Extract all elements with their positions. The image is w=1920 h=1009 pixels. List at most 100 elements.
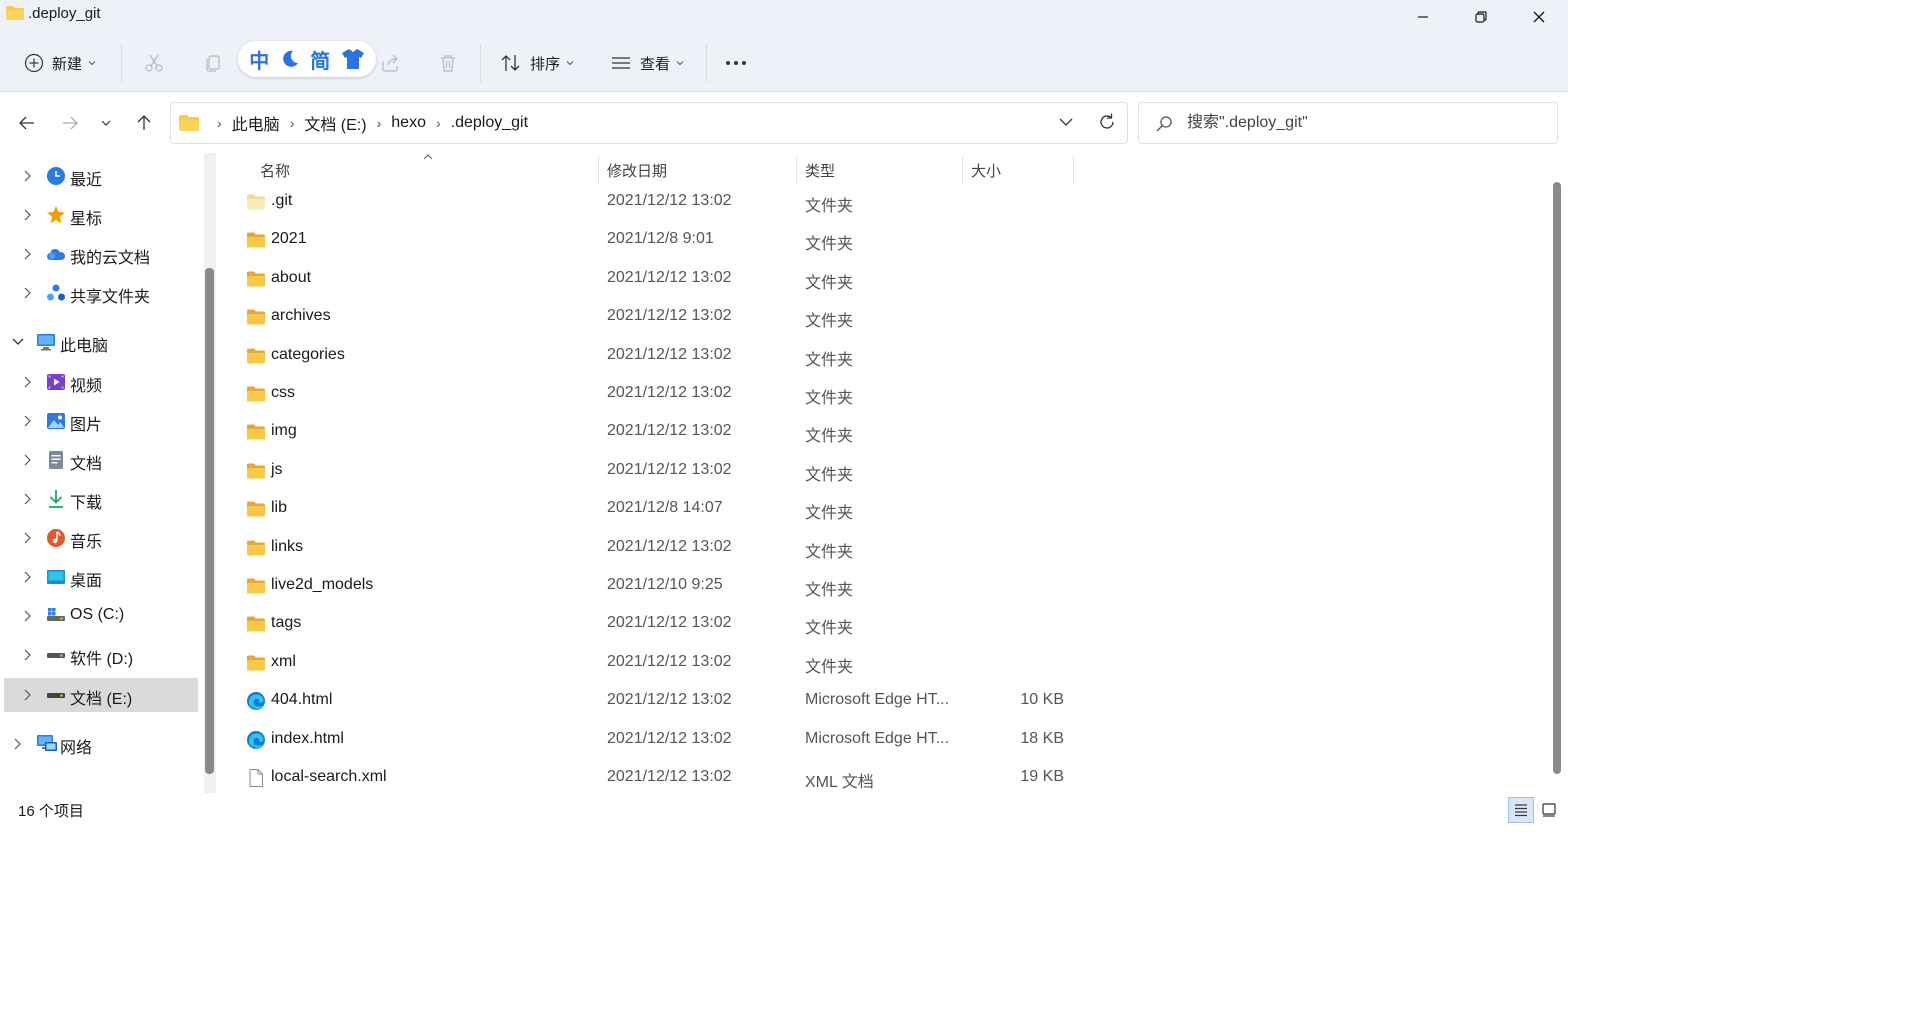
file-row[interactable]: categories 2021/12/12 13:02 文件夹	[244, 337, 1304, 375]
file-row[interactable]: .git 2021/12/12 13:02 文件夹	[244, 183, 1304, 221]
breadcrumb-item[interactable]: 此电脑	[232, 111, 280, 135]
file-list: 名称 修改日期 类型 大小 .git 2021/12/12 13:02 文件夹 202…	[220, 153, 1548, 793]
new-button[interactable]: 新建	[24, 34, 96, 92]
sidebar-item-network[interactable]: 网络	[4, 727, 198, 761]
breadcrumb-separator[interactable]: ›	[436, 115, 441, 131]
sidebar-item-shared-folder[interactable]: 共享文件夹	[4, 276, 198, 310]
search-box[interactable]	[1138, 102, 1558, 144]
file-row[interactable]: live2d_models 2021/12/10 9:25 文件夹	[244, 567, 1304, 605]
details-view-button[interactable]	[1508, 797, 1534, 823]
minimize-button[interactable]	[1394, 0, 1452, 34]
shirt-icon[interactable]	[341, 48, 365, 70]
chevron-right-icon[interactable]	[22, 610, 32, 622]
file-row[interactable]: xml 2021/12/12 13:02 文件夹	[244, 644, 1304, 682]
file-row[interactable]: tags 2021/12/12 13:02 文件夹	[244, 605, 1304, 643]
column-header-type[interactable]: 类型	[805, 153, 835, 187]
column-header-date[interactable]: 修改日期	[607, 153, 667, 187]
chevron-right-icon[interactable]	[22, 287, 32, 299]
sidebar-item-cloud-docs[interactable]: 我的云文档	[4, 237, 198, 271]
sidebar-item-starred[interactable]: 星标	[4, 198, 198, 232]
column-divider[interactable]	[598, 156, 599, 184]
sidebar-item-drive-d[interactable]: 软件 (D:)	[4, 638, 198, 672]
tiles-view-button[interactable]	[1536, 797, 1562, 823]
file-row[interactable]: 2021 2021/12/8 9:01 文件夹	[244, 221, 1304, 259]
breadcrumb-item[interactable]: .deploy_git	[451, 114, 528, 132]
breadcrumb-item[interactable]: 文档 (E:)	[304, 111, 366, 135]
file-name: .git	[271, 192, 293, 209]
sidebar-item-drive-c[interactable]: OS (C:)	[4, 599, 198, 633]
cut-button[interactable]	[144, 34, 164, 92]
refresh-icon[interactable]	[1097, 112, 1117, 132]
sidebar-item-pictures[interactable]: 图片	[4, 404, 198, 438]
file-list-scrollbar-thumb[interactable]	[1553, 182, 1561, 774]
copy-button[interactable]	[203, 34, 223, 92]
up-button[interactable]	[129, 105, 159, 141]
sidebar-item-this-pc[interactable]: 此电脑	[4, 325, 198, 359]
sidebar-scrollbar-thumb[interactable]	[205, 268, 214, 774]
file-row[interactable]: img 2021/12/12 13:02 文件夹	[244, 413, 1304, 451]
file-row[interactable]: lib 2021/12/8 14:07 文件夹	[244, 490, 1304, 528]
address-history-icon[interactable]	[1057, 113, 1075, 131]
sidebar-item-music[interactable]: 音乐	[4, 521, 198, 555]
chevron-right-icon[interactable]	[22, 571, 32, 583]
moon-icon[interactable]	[280, 49, 300, 69]
file-name: live2d_models	[271, 576, 374, 593]
copy-icon	[206, 55, 220, 72]
breadcrumb-separator[interactable]: ›	[290, 115, 295, 131]
file-row[interactable]: index.html 2021/12/12 13:02 Microsoft Edge…	[244, 721, 1304, 759]
file-row[interactable]: js 2021/12/12 13:02 文件夹	[244, 452, 1304, 490]
column-divider[interactable]	[1073, 156, 1074, 184]
back-button[interactable]	[12, 105, 42, 141]
file-date-modified: 2021/12/8 14:07	[607, 499, 723, 517]
file-row[interactable]: links 2021/12/12 13:02 文件夹	[244, 529, 1304, 567]
close-button[interactable]	[1510, 0, 1568, 34]
sidebar-item-drive-e[interactable]: 文档 (E:)	[4, 678, 198, 712]
file-row[interactable]: css 2021/12/12 13:02 文件夹	[244, 375, 1304, 413]
delete-button[interactable]	[438, 34, 458, 92]
column-header-size[interactable]: 大小	[971, 153, 1001, 187]
chevron-right-icon[interactable]	[22, 209, 32, 221]
sidebar-item-recent[interactable]: 最近	[4, 159, 198, 193]
chevron-right-icon[interactable]	[22, 532, 32, 544]
more-button[interactable]	[724, 34, 748, 92]
file-row[interactable]: 404.html 2021/12/12 13:02 Microsoft Edge H…	[244, 682, 1304, 720]
sidebar-item-videos[interactable]: 视频	[4, 365, 198, 399]
file-row[interactable]: about 2021/12/12 13:02 文件夹	[244, 260, 1304, 298]
recent-locations-button[interactable]	[91, 105, 121, 141]
breadcrumb-item[interactable]: hexo	[391, 114, 426, 132]
forward-button[interactable]	[55, 105, 85, 141]
column-header-name[interactable]: 名称	[260, 153, 290, 187]
address-bar[interactable]: › 此电脑 › 文档 (E:) › hexo › .deploy_git	[170, 102, 1128, 144]
chevron-right-icon[interactable]	[22, 689, 32, 701]
column-divider[interactable]	[962, 156, 963, 184]
search-icon	[1156, 116, 1172, 132]
share-button[interactable]	[380, 34, 400, 92]
file-row[interactable]: archives 2021/12/12 13:02 文件夹	[244, 298, 1304, 336]
chevron-down-icon[interactable]	[12, 336, 24, 346]
chevron-right-icon[interactable]	[22, 493, 32, 505]
status-bar: 16 个项目	[0, 793, 1568, 827]
column-divider[interactable]	[796, 156, 797, 184]
ime-simplified-mode[interactable]: 简	[310, 45, 330, 74]
chevron-right-icon[interactable]	[22, 170, 32, 182]
restore-button[interactable]	[1452, 0, 1510, 34]
view-button[interactable]: 查看	[610, 34, 684, 92]
ime-chinese-mode[interactable]: 中	[249, 45, 269, 74]
file-row[interactable]: local-search.xml 2021/12/12 13:02 XML 文档 19…	[244, 759, 1304, 797]
ime-toolbar[interactable]: 中 简	[238, 41, 376, 77]
sort-button[interactable]: 排序	[500, 34, 574, 92]
chevron-right-icon[interactable]	[22, 415, 32, 427]
file-name: links	[271, 537, 304, 555]
search-input[interactable]	[1187, 109, 1547, 137]
sidebar-item-desktop[interactable]: 桌面	[4, 560, 198, 594]
chevron-right-icon[interactable]	[22, 649, 32, 661]
chevron-right-icon[interactable]	[22, 376, 32, 388]
sidebar-item-documents[interactable]: 文档	[4, 443, 198, 477]
chevron-right-icon[interactable]	[12, 738, 22, 750]
sort-icon	[501, 55, 520, 71]
chevron-right-icon[interactable]	[22, 454, 32, 466]
file-date-modified: 2021/12/12 13:02	[607, 691, 732, 709]
chevron-right-icon[interactable]	[22, 248, 32, 260]
sidebar-item-downloads[interactable]: 下载	[4, 482, 198, 516]
breadcrumb-separator[interactable]: ›	[377, 115, 382, 131]
